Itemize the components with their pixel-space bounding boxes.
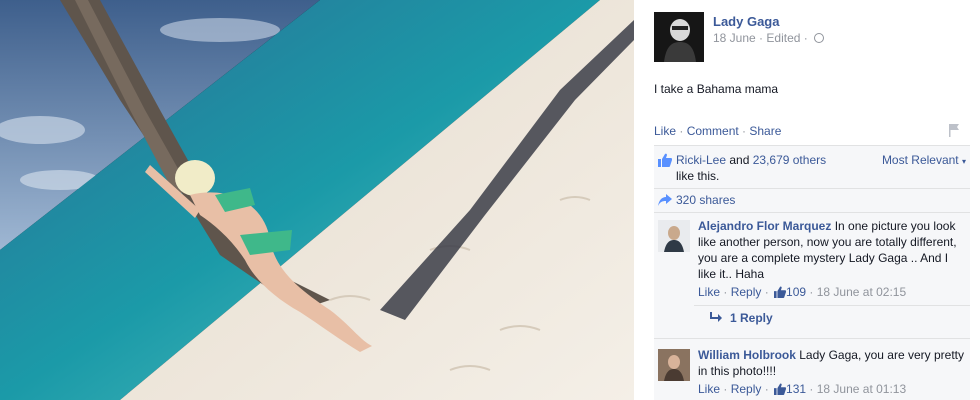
comment-like-count[interactable]: 131: [786, 382, 806, 396]
like-thumb-icon: [774, 383, 787, 395]
author-avatar[interactable]: [654, 12, 704, 62]
comment-like-count[interactable]: 109: [786, 285, 806, 299]
post-sidebar: Lady Gaga 18 June · Edited · I take a Ba…: [634, 0, 980, 400]
author-avatar-image: [654, 12, 704, 62]
divider: [654, 212, 970, 213]
comment-author-link[interactable]: William Holbrook: [698, 348, 796, 362]
flag-icon[interactable]: [948, 123, 960, 137]
likes-text: Ricki-Lee and 23,679 others like this.: [676, 152, 836, 184]
post-actions: Like · Comment · Share: [654, 124, 781, 138]
replies-count: 1 Reply: [730, 311, 773, 325]
comment-timestamp[interactable]: 18 June at 01:13: [817, 382, 906, 396]
shares-link[interactable]: 320 shares: [658, 193, 735, 207]
like-button[interactable]: Like: [654, 124, 676, 138]
comment-timestamp[interactable]: 18 June at 02:15: [817, 285, 906, 299]
likes-suffix: like this.: [676, 169, 720, 183]
comment-actions: Like · Reply · 109 · 18 June at 02:15: [698, 285, 907, 299]
comment-actions: Like · Reply · 131 · 18 June at 01:13: [698, 382, 907, 396]
commenter-avatar[interactable]: [658, 220, 690, 252]
likes-and: and: [726, 153, 753, 167]
divider: [654, 188, 970, 189]
others-link[interactable]: 23,679 others: [753, 153, 826, 167]
edited-label[interactable]: Edited: [766, 31, 800, 45]
divider: [654, 338, 970, 339]
comment-like-button[interactable]: Like: [698, 285, 720, 299]
meta-separator: ·: [803, 31, 812, 45]
post-meta: 18 June · Edited ·: [713, 31, 825, 45]
author-name-link[interactable]: Lady Gaga: [713, 14, 779, 29]
share-arrow-icon: [658, 194, 672, 206]
commenter-avatar-image: [658, 349, 690, 381]
sort-dropdown[interactable]: Most Relevant ▾: [882, 152, 966, 170]
comment-content: Alejandro Flor Marquez In one picture yo…: [698, 218, 966, 282]
beach-photo-image: [0, 0, 634, 400]
comment-button[interactable]: Comment: [687, 124, 739, 138]
action-separator: ·: [738, 124, 750, 138]
comment-like-button[interactable]: Like: [698, 382, 720, 396]
chevron-down-icon: ▾: [961, 157, 966, 166]
post-date[interactable]: 18 June: [713, 31, 756, 45]
comment-author-link[interactable]: Alejandro Flor Marquez: [698, 219, 831, 233]
commenter-avatar[interactable]: [658, 349, 690, 381]
globe-icon[interactable]: [814, 33, 825, 43]
comment-body: William Holbrook Lady Gaga, you are very…: [698, 347, 966, 397]
post-photo[interactable]: [0, 0, 634, 400]
action-separator: ·: [676, 124, 687, 138]
first-liker-link[interactable]: Ricki-Lee: [676, 153, 726, 167]
comment-reply-button[interactable]: Reply: [731, 382, 762, 396]
post-caption: I take a Bahama mama: [654, 82, 779, 96]
comment-content: William Holbrook Lady Gaga, you are very…: [698, 347, 966, 379]
view-replies-link[interactable]: 1 Reply: [710, 311, 773, 325]
share-button[interactable]: Share: [749, 124, 781, 138]
divider: [694, 305, 970, 306]
comment-body: Alejandro Flor Marquez In one picture yo…: [698, 218, 966, 300]
sort-label: Most Relevant: [881, 153, 959, 167]
commenter-avatar-image: [658, 220, 690, 252]
comment-reply-button[interactable]: Reply: [731, 285, 762, 299]
reply-arrow-icon: [710, 312, 722, 322]
like-thumb-icon: [658, 153, 672, 167]
like-thumb-icon: [774, 286, 787, 298]
feedback-panel: Ricki-Lee and 23,679 others like this. M…: [654, 145, 970, 400]
shares-count: 320 shares: [676, 193, 736, 207]
